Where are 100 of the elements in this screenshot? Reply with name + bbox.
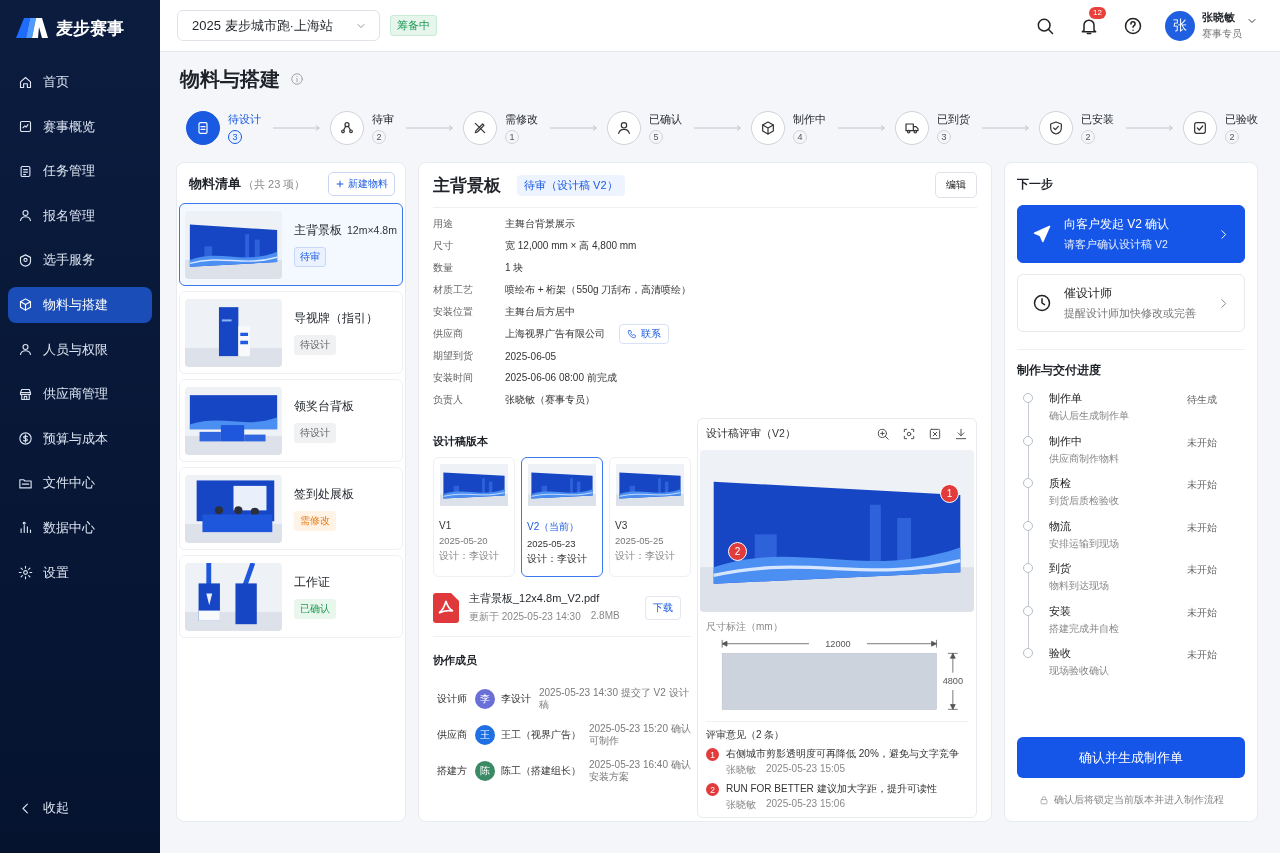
field-label: 用途 [433,217,454,231]
send-icon [1032,224,1052,244]
nav-item[interactable]: 文件中心 [8,465,152,502]
nav-item[interactable]: 首页 [8,64,152,100]
nav-item[interactable]: 设置 [8,554,152,591]
nav-item[interactable]: 人员与权限 [8,331,152,368]
nav-item[interactable]: 选手服务 [8,242,152,279]
collapse-button[interactable]: 收起 [8,790,152,827]
new-material-button[interactable]: 新建物料 [328,172,395,196]
version-label: V1 [439,520,452,531]
field-value: 主舞台后方居中 [505,305,575,319]
step-tab[interactable]: 需修改 1 [463,111,538,145]
timeline-dot [1023,393,1033,403]
field-value: 2025-06-05 [505,350,557,362]
material-item[interactable]: 工作证 已确认 [179,555,403,638]
material-item[interactable]: 导视牌（指引） 待设计 [179,291,403,374]
clock-icon [1032,293,1052,313]
field-label: 尺寸 [433,239,454,253]
nav-item[interactable]: 赛事概览 [8,108,152,145]
version-card[interactable]: V2（当前） 2025-05-23 设计：李设计 [521,457,603,577]
expand-icon[interactable] [928,427,942,442]
person-icon [18,342,33,358]
version-designer: 设计：李设计 [615,549,675,563]
step-tab[interactable]: 已到货 3 [895,111,970,145]
dimension-label: 4800 [942,676,964,687]
user-role: 赛事专员 [1202,27,1242,41]
material-size: 12m×4.8m [347,224,397,236]
page-title: 物料与搭建 [180,66,280,92]
bar-chart-icon [18,520,33,536]
step-status: 未开始 [1187,435,1218,450]
field-value: 1 块 [505,261,524,275]
timeline-dot [1023,478,1033,488]
material-name: 工作证 [294,574,330,591]
field-label: 材质工艺 [433,283,474,297]
avatar: 陈 [475,761,495,781]
item-count: （共 23 项） [243,176,306,192]
checkbox-icon [1192,120,1208,136]
step-tab[interactable]: 待设计 3 [186,111,261,145]
download-icon[interactable] [954,427,968,442]
version-card[interactable]: V3 2025-05-25 设计：李设计 [609,457,691,577]
user-avatar[interactable]: 张 [1165,10,1195,41]
version-label: V3 [615,520,628,531]
comment-text: RUN FOR BETTER 建议加大字距，提升可读性 [726,782,937,796]
material-item[interactable]: 主背景板 12m×4.8m 待审 [179,203,403,286]
download-button[interactable]: 下载 [645,595,681,620]
step-tab[interactable]: 制作中 4 [751,111,826,145]
collaborator-name: 李设计 [501,692,531,706]
step-description: 搭建完成并自检 [1049,621,1120,636]
section-title: 下一步 [1017,176,1054,193]
plus-icon [335,179,345,189]
contact-button[interactable]: 联系 [619,324,669,344]
comment-text: 右侧城市剪影透明度可再降低 20%，避免与文字竞争 [726,747,959,761]
step-tab[interactable]: 已安装 2 [1039,111,1114,145]
collaborator-name: 王工（视界广告） [501,728,581,742]
step-tab[interactable]: 已验收 2 [1183,111,1258,145]
confirm-button[interactable]: 确认并生成制作单 [1017,737,1245,778]
material-name: 签到处展板 [294,486,354,503]
arrow-connector [838,124,885,132]
comment-time: 2025-05-23 15:05 [766,763,845,776]
step-status: 待生成 [1187,393,1218,407]
step-description: 物料到达现场 [1049,579,1110,593]
field-value: 宽 12,000 mm × 高 4,800 mm [505,239,637,253]
nav-item[interactable]: 任务管理 [8,153,152,190]
action-button[interactable]: 催设计师 提醒设计师加快修改或完善 [1017,274,1245,332]
zoom-in-icon[interactable] [876,427,890,442]
action-subtitle: 提醒设计师加快修改或完善 [1064,307,1197,321]
material-item[interactable]: 签到处展板 需修改 [179,467,403,550]
note-text: 确认后将锁定当前版本并进入制作流程 [1053,793,1224,807]
logo-icon [16,18,48,38]
step-description: 供应商制作物料 [1049,451,1120,466]
status-tag: 已确认 [294,599,336,619]
file-name: 主背景板_12x4.8m_V2.pdf [469,591,601,606]
comment-author: 张晓敏 [726,763,756,777]
nav-item[interactable]: 数据中心 [8,509,152,546]
event-select[interactable]: 2025 麦步城市跑·上海站 [177,10,380,41]
cube-icon [760,120,776,136]
field-value: 张晓敏（赛事专员） [505,393,595,407]
help-icon[interactable] [1123,15,1143,36]
cube-icon [18,297,33,313]
avatar: 王 [475,725,495,745]
collaborator-role: 设计师 [437,692,468,706]
edit-button[interactable]: 编辑 [935,172,977,198]
step-tab[interactable]: 已确认 5 [607,111,682,145]
step-status: 未开始 [1187,648,1218,662]
arrow-connector [982,124,1029,132]
comment-time: 2025-05-23 15:06 [766,798,845,811]
dimension-title: 尺寸标注（mm） [706,620,784,634]
nav-item[interactable]: 预算与成本 [8,420,152,457]
version-card[interactable]: V1 2025-05-20 设计：李设计 [433,457,515,577]
nav-item[interactable]: 物料与搭建 [8,286,152,323]
field-label: 数量 [433,261,454,275]
nav-item[interactable]: 供应商管理 [8,376,152,413]
action-subtitle: 请客户确认设计稿 V2 [1064,238,1169,252]
action-button[interactable]: 向客户发起 V2 确认 请客户确认设计稿 V2 [1017,205,1245,263]
status-tag: 需修改 [294,511,336,531]
arrow-connector [406,124,453,132]
nav-item[interactable]: 报名管理 [8,197,152,234]
material-item[interactable]: 领奖台背板 待设计 [179,379,403,462]
arrow-connector [1126,124,1173,132]
focus-icon[interactable] [902,427,916,442]
